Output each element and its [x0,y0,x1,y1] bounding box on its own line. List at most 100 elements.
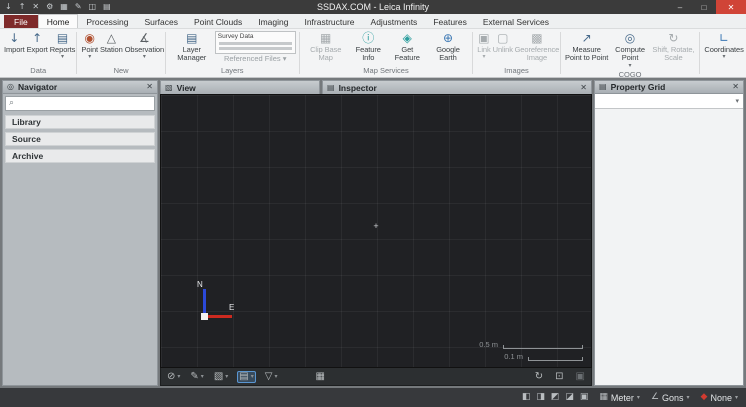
distance-unit-selector[interactable]: ▦ Meter ▾ [599,393,640,403]
chevron-down-icon: ▾ [251,374,254,380]
dock-full-icon[interactable]: ▣ [580,393,589,402]
draw-tool-button[interactable]: ✎ ▾ [189,372,204,382]
dock-left-icon[interactable]: ◧ [522,393,531,402]
property-grid-header[interactable]: ▤ Property Grid ✕ [594,80,744,94]
snap-toggle-button[interactable]: ⊘ ▾ [166,372,181,382]
export-icon[interactable]: ↑ [19,3,26,11]
feature-info-button[interactable]: ⓘ Feature Info [349,31,388,64]
north-axis-arrow [203,289,206,315]
panels-icon[interactable]: ▤ [103,3,111,11]
sidebar-item-source[interactable]: Source [5,132,155,146]
sidebar-item-archive[interactable]: Archive [5,149,155,163]
dock-right-icon[interactable]: ◨ [536,393,545,402]
import-button[interactable]: ↓ Import [3,31,26,55]
tab-adjustments[interactable]: Adjustments [363,15,426,28]
settings-icon[interactable]: ⚙ [46,3,53,11]
clip-base-map-icon: ▦ [320,32,331,46]
export-button[interactable]: ↑ Export [26,31,49,55]
station-icon: △ [107,32,116,46]
dock-bottom-icon[interactable]: ◪ [565,393,574,402]
group-label-map-services: Map Services [301,66,472,77]
snap-icon: ⊘ [167,372,175,382]
dock-top-icon[interactable]: ◩ [551,393,560,402]
new-point-button[interactable]: ◉ Point ▾ [80,31,99,61]
point-icon: ◉ [84,32,94,46]
reports-button[interactable]: ▤ Reports ▾ [49,31,77,61]
referenced-files-gallery[interactable]: Survey Data Referenced Files ▾ [215,31,296,63]
coordinates-button[interactable]: ∟ Coordinates ▾ [703,31,744,61]
ribbon-group-images: ▣ Link ▾ ▢ Unlink ▩ Georeference Image I… [474,29,558,77]
ribbon-group-map-services: ▦ Clip Base Map ⓘ Feature Info ◈ Get Fea… [301,29,472,77]
get-feature-button[interactable]: ◈ Get Feature [388,31,427,64]
unlink-icon: ▢ [497,32,508,46]
get-feature-icon: ◈ [403,32,412,46]
tab-processing[interactable]: Processing [78,15,136,28]
chevron-down-icon: ▾ [177,374,180,380]
distance-unit-label: Meter [611,393,634,403]
compute-point-button[interactable]: ◎ Compute Point ▾ [610,31,651,70]
filter-tool-button[interactable]: ▽ ▾ [264,372,279,382]
gallery-item[interactable]: Survey Data [218,33,293,40]
property-object-selector[interactable]: ▾ [595,94,743,109]
objects-tool-button[interactable]: ▧ ▾ [213,372,229,382]
tab-infrastructure[interactable]: Infrastructure [296,15,362,28]
tab-point-clouds[interactable]: Point Clouds [186,15,250,28]
pin-icon[interactable]: ✕ [146,83,153,91]
chevron-down-icon: ▾ [735,98,739,105]
navigator-panel: ◎ Navigator ✕ ⌕ Library Source Archive [2,80,158,386]
google-earth-button[interactable]: ⊕ Google Earth [427,31,470,64]
tab-surfaces[interactable]: Surfaces [136,15,186,28]
view-panel-header[interactable]: ▧ View [160,80,320,94]
view-toolbar: ⊘ ▾ ✎ ▾ ▧ ▾ ▤ ▾ ▽ ▾ ▦ [160,368,592,386]
pin-icon[interactable]: ✕ [732,83,739,91]
navigator-search[interactable]: ⌕ [5,96,155,111]
new-observation-button[interactable]: ∡ Observation ▾ [124,31,165,61]
map-view-canvas[interactable]: + N E 0.5 m 0.1 m [160,94,592,368]
angle-unit-selector[interactable]: ∠ Gons ▾ [651,393,690,403]
layers-toggle-button[interactable]: ▤ ▾ [237,371,255,383]
measure-point-to-point-button[interactable]: ↗ Measure Point to Point [564,31,610,64]
tab-features[interactable]: Features [425,15,475,28]
property-grid-title: Property Grid [611,82,729,92]
refresh-view-button[interactable]: ↻ [534,372,544,382]
layer-manager-button[interactable]: ▤ Layer Manager [169,31,215,64]
kernel-status-label: None [710,393,732,403]
gallery-box[interactable]: Survey Data [215,31,296,54]
kernel-status-icon: ◆ [701,393,708,402]
navigator-body: ⌕ Library Source Archive [2,94,158,386]
pin-icon[interactable]: ✕ [580,84,587,92]
gallery-stripe [219,42,292,45]
tab-external-services[interactable]: External Services [475,15,557,28]
chevron-down-icon: ▾ [201,374,204,380]
property-grid-icon: ▤ [599,83,607,91]
capture-view-button[interactable]: ▣ [575,372,586,382]
close-button[interactable]: ✕ [716,0,746,14]
sidebar-item-library[interactable]: Library [5,115,155,129]
search-input[interactable] [17,99,151,109]
processing-kernel-selector[interactable]: ◆ None ▾ [701,393,738,403]
new-station-button[interactable]: △ Station [99,31,124,55]
group-divider [560,32,561,74]
ribbon-group-coordinates: ∟ Coordinates ▾ [701,29,745,77]
ribbon: ↓ Import ↑ Export ▤ Reports ▾ Data ◉ Poi… [0,29,746,78]
tab-home[interactable]: Home [38,14,79,28]
referenced-files-dropdown[interactable]: Referenced Files ▾ [215,54,296,63]
minimize-button[interactable]: – [668,0,692,14]
grid-toggle-button[interactable]: ▦ [314,372,325,382]
gallery-stripe [219,47,292,50]
link-icon: ▣ [478,32,489,46]
modules-icon[interactable]: ▦ [60,3,68,11]
edit-icon[interactable]: ✎ [75,3,82,11]
shift-rotate-scale-icon: ↻ [668,32,678,46]
import-icon[interactable]: ↓ [5,3,12,11]
inspector-panel-header[interactable]: ▤ Inspector ✕ [322,80,592,94]
tab-imaging[interactable]: Imaging [250,15,296,28]
axis-north-label: N [197,280,203,289]
refresh-icon: ↻ [535,372,543,382]
maximize-button[interactable]: □ [692,0,716,14]
delete-icon[interactable]: ✕ [32,3,39,11]
layout-icon[interactable]: ◫ [89,3,97,11]
zoom-extents-button[interactable]: ⊡ [554,372,564,382]
tab-file[interactable]: File [4,15,38,28]
navigator-header[interactable]: ◎ Navigator ✕ [2,80,158,94]
